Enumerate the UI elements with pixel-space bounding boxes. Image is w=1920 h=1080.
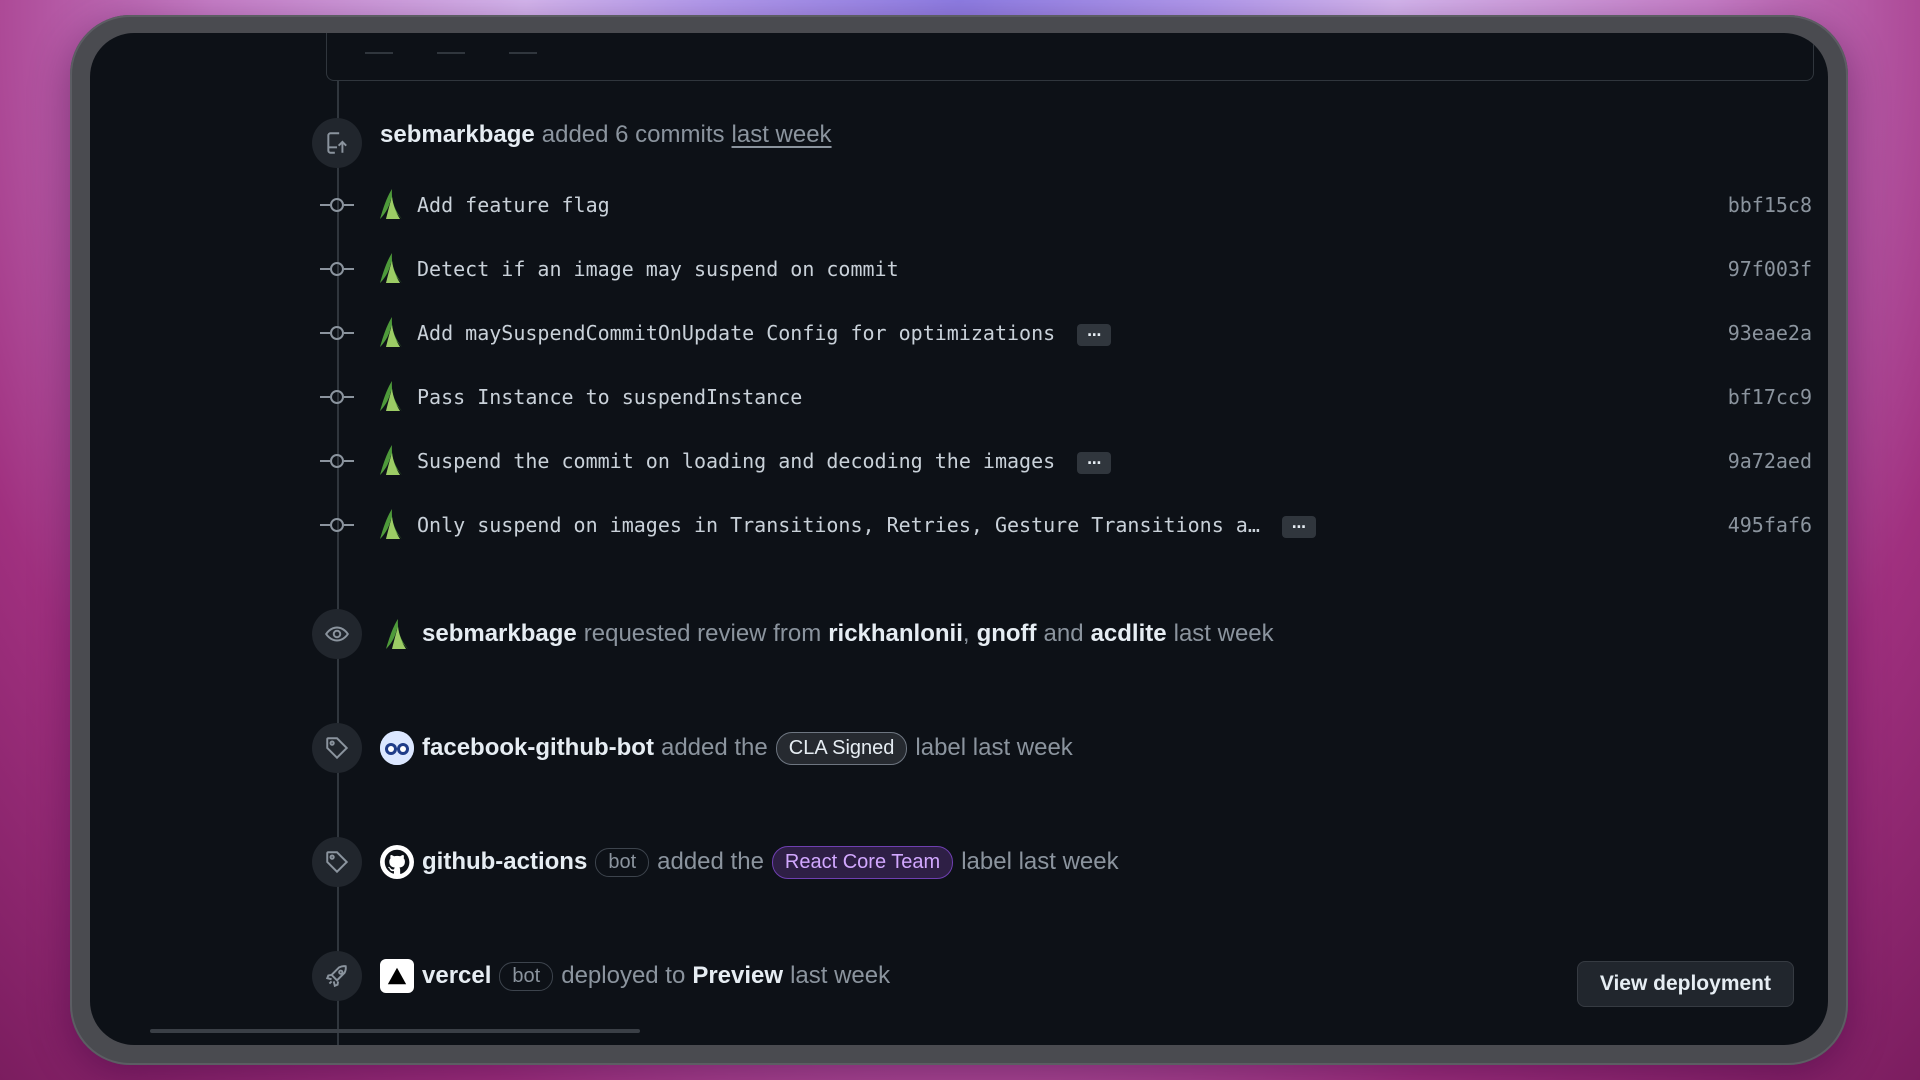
commit-message[interactable]: Suspend the commit on loading and decodi… xyxy=(417,449,1112,474)
label-cla-signed[interactable]: CLA Signed xyxy=(775,731,908,765)
leaf-avatar-icon[interactable] xyxy=(376,507,406,541)
commit-row[interactable]: Only suspend on images in Transitions, R… xyxy=(318,505,1812,545)
reviewer-link[interactable]: rickhanlonii xyxy=(828,620,963,648)
commit-message-text[interactable]: Detect if an image may suspend on commit xyxy=(417,257,899,281)
commit-message[interactable]: Add maySuspendCommitOnUpdate Config for … xyxy=(417,321,1112,346)
push-event: sebmarkbage added 6 commits last week xyxy=(380,121,832,149)
commit-message[interactable]: Only suspend on images in Transitions, R… xyxy=(417,513,1316,538)
conjunction: and xyxy=(1043,620,1084,647)
event-action: added 6 commits xyxy=(541,121,725,148)
avatar[interactable] xyxy=(380,617,414,651)
horizontal-scrollbar[interactable] xyxy=(150,1029,640,1033)
expand-commit-button[interactable]: … xyxy=(1281,515,1316,538)
github-mark-icon[interactable] xyxy=(380,845,414,879)
event-author[interactable]: sebmarkbage xyxy=(422,620,577,648)
bot-avatar-icon xyxy=(380,731,414,765)
timeline-line xyxy=(337,81,339,1045)
expand-commit-button[interactable]: … xyxy=(1077,451,1112,474)
commit-row[interactable]: Add feature flag bbf15c8 xyxy=(318,185,1812,225)
commit-message-text[interactable]: Pass Instance to suspendInstance xyxy=(417,385,802,409)
reviewer-link[interactable]: acdlite xyxy=(1091,620,1167,648)
bot-badge: bot xyxy=(595,847,650,877)
previous-comment-box xyxy=(326,33,1814,81)
commit-message-text[interactable]: Only suspend on images in Transitions, R… xyxy=(417,513,1260,537)
comma: , xyxy=(962,620,970,647)
leaf-avatar-icon[interactable] xyxy=(376,251,406,285)
avatar[interactable] xyxy=(380,731,414,765)
review-request-event: sebmarkbage requested review from rickha… xyxy=(380,612,1274,656)
leaf-avatar-icon[interactable] xyxy=(376,443,406,477)
event-time-link[interactable]: last week xyxy=(732,121,832,148)
screen: sebmarkbage added 6 commits last week Add … xyxy=(90,33,1828,1045)
leaf-avatar-icon[interactable] xyxy=(376,315,406,349)
view-deployment-button[interactable]: View deployment xyxy=(1576,961,1794,1007)
commit-message-text[interactable]: Add maySuspendCommitOnUpdate Config for … xyxy=(417,321,1055,345)
event-action: added the xyxy=(657,848,764,875)
device-frame: sebmarkbage added 6 commits last week Add … xyxy=(70,15,1848,1065)
commit-sha[interactable]: 495faf6 xyxy=(1728,513,1812,537)
push-icon xyxy=(312,118,362,168)
divider xyxy=(509,52,537,54)
commit-node-icon xyxy=(318,258,356,280)
commit-sha[interactable]: bbf15c8 xyxy=(1728,193,1812,217)
environment-link[interactable]: Preview xyxy=(692,962,783,990)
expand-commit-button[interactable]: … xyxy=(1077,323,1112,346)
event-time[interactable]: last week xyxy=(790,962,890,990)
event-suffix: label last week xyxy=(915,734,1073,761)
vercel-triangle-icon[interactable] xyxy=(380,959,414,993)
event-suffix: label last week xyxy=(961,848,1119,875)
event-author[interactable]: vercel xyxy=(422,962,491,990)
leaf-avatar-icon[interactable] xyxy=(376,187,406,221)
label-event-cla: facebook-github-bot added the CLA Signed… xyxy=(380,726,1073,770)
commit-message-text[interactable]: Add feature flag xyxy=(417,193,610,217)
label-event-react: github-actions bot added the React Core … xyxy=(380,840,1119,884)
leaf-avatar-icon[interactable] xyxy=(376,379,406,413)
event-author[interactable]: sebmarkbage xyxy=(380,121,535,148)
commit-node-icon xyxy=(318,194,356,216)
deploy-event: vercel bot deployed to Preview last week xyxy=(380,954,890,998)
commit-row[interactable]: Pass Instance to suspendInstance bf17cc9 xyxy=(318,377,1812,417)
label-react-core-team[interactable]: React Core Team xyxy=(771,845,954,879)
commit-node-icon xyxy=(318,386,356,408)
commit-row[interactable]: Suspend the commit on loading and decodi… xyxy=(318,441,1812,481)
commit-node-icon xyxy=(318,322,356,344)
commit-node-icon xyxy=(318,450,356,472)
reviewer-link[interactable]: gnoff xyxy=(977,620,1037,648)
rocket-icon xyxy=(312,951,362,1001)
event-action: added the xyxy=(660,734,768,761)
event-author[interactable]: facebook-github-bot xyxy=(422,734,654,762)
commit-sha[interactable]: 93eae2a xyxy=(1728,321,1812,345)
commit-row[interactable]: Add maySuspendCommitOnUpdate Config for … xyxy=(318,313,1812,353)
leaf-avatar-icon xyxy=(386,619,408,649)
event-action: deployed to xyxy=(561,962,686,989)
commit-sha[interactable]: bf17cc9 xyxy=(1728,385,1812,409)
tag-icon xyxy=(312,837,362,887)
commit-sha[interactable]: 97f003f xyxy=(1728,257,1812,281)
commit-node-icon xyxy=(318,514,356,536)
commit-message[interactable]: Detect if an image may suspend on commit xyxy=(417,257,899,281)
commit-message[interactable]: Add feature flag xyxy=(417,193,610,217)
pr-timeline: sebmarkbage added 6 commits last week Add … xyxy=(90,33,1828,1045)
commit-sha[interactable]: 9a72aed xyxy=(1728,449,1812,473)
eye-icon xyxy=(312,609,362,659)
divider xyxy=(365,52,393,54)
divider xyxy=(437,52,465,54)
event-time[interactable]: last week xyxy=(1174,620,1274,648)
review-text: requested review from xyxy=(583,620,822,647)
commit-message[interactable]: Pass Instance to suspendInstance xyxy=(417,385,802,409)
commit-message-text[interactable]: Suspend the commit on loading and decodi… xyxy=(417,449,1055,473)
tag-icon xyxy=(312,723,362,773)
event-author[interactable]: github-actions xyxy=(422,848,587,876)
bot-badge: bot xyxy=(499,961,554,991)
commit-row[interactable]: Detect if an image may suspend on commit… xyxy=(318,249,1812,289)
